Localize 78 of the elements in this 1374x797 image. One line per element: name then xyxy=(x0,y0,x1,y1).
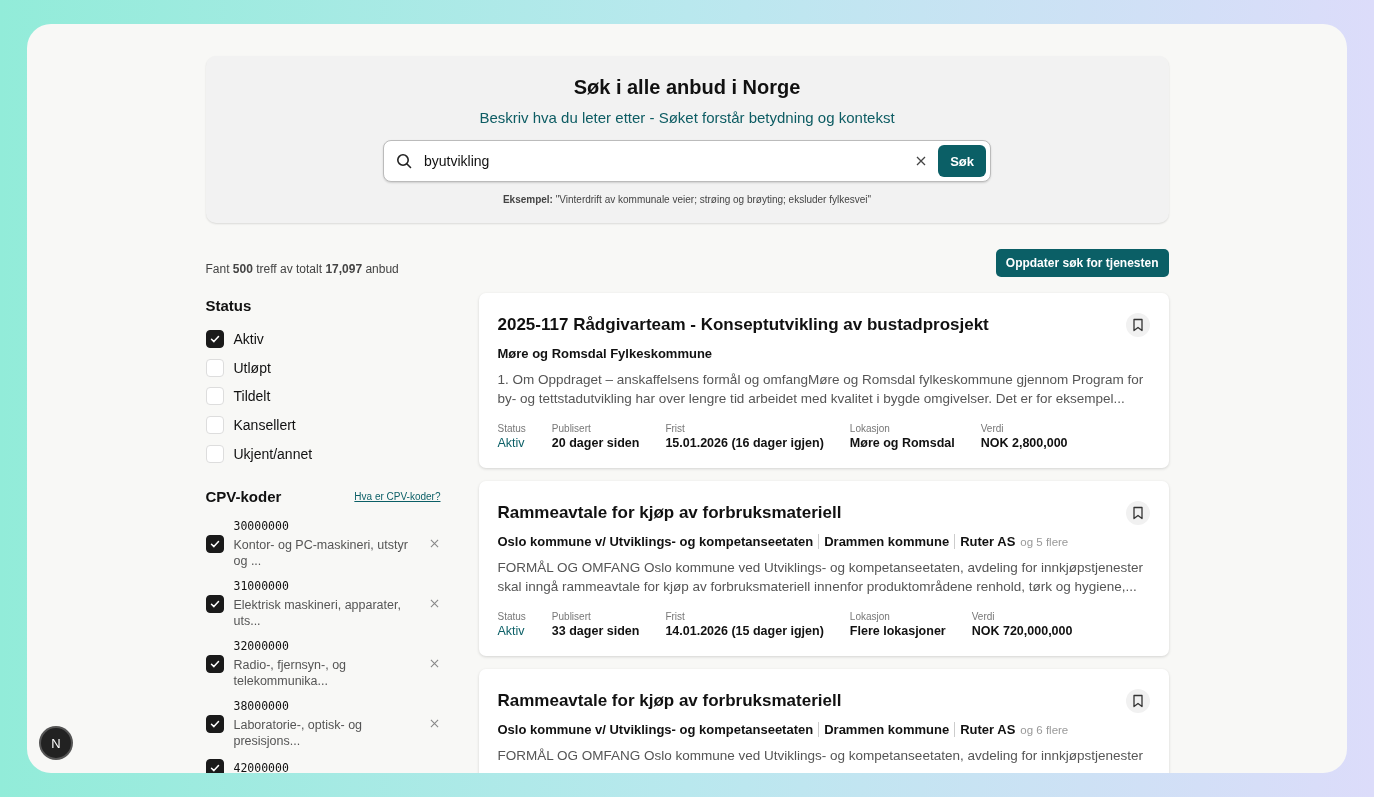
search-field[interactable]: byutvikling Søk xyxy=(383,140,991,182)
buyer-name: Oslo kommune v/ Utviklings- og kompetanseetaten xyxy=(497,534,814,549)
remove-icon[interactable] xyxy=(429,539,439,549)
more-buyers: og 5 flere xyxy=(1020,536,1069,548)
checkbox[interactable] xyxy=(205,714,224,733)
meta-label: Lokasjon xyxy=(849,611,891,622)
search-button[interactable]: Søk xyxy=(938,145,986,177)
cpv-name: Laboratorie-, optisk- og presisjons... xyxy=(233,716,364,749)
meta-label: Publisert xyxy=(551,423,592,434)
checkbox[interactable] xyxy=(205,654,224,673)
checkbox[interactable] xyxy=(205,758,224,773)
page-subtitle: Beskriv hva du leter etter - Søket forstår betydning og kontekst xyxy=(479,109,895,126)
filter-option-label: Aktiv xyxy=(233,331,264,348)
bookmark-icon[interactable] xyxy=(1125,501,1150,525)
cpv-code: 42000000 xyxy=(233,760,290,773)
tender-card[interactable] xyxy=(478,669,1169,773)
meta-label: Status xyxy=(497,611,526,622)
checkbox[interactable] xyxy=(205,534,224,553)
meta-value: Flere lokasjoner xyxy=(849,624,946,638)
meta-label: Frist xyxy=(665,611,686,622)
bookmark-icon[interactable] xyxy=(1125,313,1150,337)
remove-icon[interactable] xyxy=(429,719,439,729)
tender-title[interactable]: Rammeavtale for kjøp av forbruksmateriell xyxy=(497,503,842,523)
meta-label: Publisert xyxy=(551,611,592,622)
meta-value: 20 dager siden xyxy=(551,436,640,450)
clear-icon[interactable] xyxy=(916,156,927,166)
buyer-name: Oslo kommune v/ Utviklings- og kompetanseetaten xyxy=(497,722,814,737)
tender-card[interactable] xyxy=(478,293,1169,468)
meta-label: Verdi xyxy=(980,423,1005,434)
tender-title[interactable]: Rammeavtale for kjøp av forbruksmateriell xyxy=(497,691,842,711)
help-link[interactable]: Hva er CPV-koder? xyxy=(354,490,441,502)
cpv-name: Elektrisk maskineri, apparater, uts... xyxy=(233,596,402,629)
remove-icon[interactable] xyxy=(429,659,439,669)
meta-value: Møre og Romsdal xyxy=(849,436,955,450)
tender-description: 1. Om Oppdraget – anskaffelsens formål og omfangMøre og Romsdal fylkeskommune gjennom Program for by- og tettstadutvikling har over lengre tid arbeidet med kvalitet i bygde omgivelser. Det er for eksempel... xyxy=(497,371,1145,408)
cpv-name: Radio-, fjernsyn-, og telekommunika... xyxy=(233,656,348,689)
meta-label: Frist xyxy=(665,423,686,434)
meta-label: Verdi xyxy=(971,611,996,622)
tender-card[interactable] xyxy=(478,481,1169,656)
cpv-code: 30000000 xyxy=(233,518,290,533)
filter-option-label: Utløpt xyxy=(233,359,271,376)
cpv-code: 38000000 xyxy=(233,698,290,713)
buyer-name: Drammen kommune xyxy=(818,722,950,737)
buyer-name: Drammen kommune xyxy=(818,534,950,549)
checkbox[interactable] xyxy=(205,330,224,349)
dev-badge[interactable]: N xyxy=(41,728,71,758)
tender-title[interactable]: 2025-117 Rådgivarteam - Konseptutvikling av bustadprosjekt xyxy=(497,315,989,335)
filter-option-label: Kansellert xyxy=(233,417,296,434)
cpv-name: Kontor- og PC-maskineri, utstyr og ... xyxy=(233,536,409,569)
meta-value: 33 dager siden xyxy=(551,624,640,638)
remove-icon[interactable] xyxy=(429,599,439,609)
results-summary: Fant 500 treff av totalt 17,097 anbud xyxy=(205,262,399,276)
cpv-code: 31000000 xyxy=(233,578,290,593)
meta-label: Status xyxy=(497,423,526,434)
buyer-name: Ruter AS xyxy=(954,534,1016,549)
status-value: Aktiv xyxy=(497,624,526,638)
filter-heading: Status xyxy=(205,297,252,314)
filter-option-label: Ukjent/annet xyxy=(233,445,313,462)
cpv-code: 32000000 xyxy=(233,638,290,653)
checkbox[interactable] xyxy=(205,594,224,613)
meta-value: 14.01.2026 (15 dager igjen) xyxy=(665,624,824,638)
meta-label: Lokasjon xyxy=(849,423,891,434)
buyer-name: Møre og Romsdal Fylkeskommune xyxy=(497,346,713,361)
search-icon xyxy=(396,153,412,169)
meta-value: 15.01.2026 (16 dager igjen) xyxy=(665,436,824,450)
bookmark-icon[interactable] xyxy=(1125,689,1150,713)
filter-heading: CPV-koder xyxy=(205,487,282,505)
meta-value: NOK 720,000,000 xyxy=(971,624,1073,638)
page-title: Søk i alle anbud i Norge xyxy=(573,76,801,99)
tender-description: FORMÅL OG OMFANG Oslo kommune ved Utviklings- og kompetanseetaten, avdeling for innkjøpstjenester skal inngå rammeavtale for kjøp av forbruksmateriell innenfor produktområdene renhold, tørk og hygiene,... xyxy=(497,559,1144,596)
filter-option-label: Tildelt xyxy=(233,388,271,405)
tender-description: FORMÅL OG OMFANG Oslo kommune ved Utviklings- og kompetanseetaten, avdeling for innkjøpstjenester xyxy=(497,747,1144,765)
more-buyers: og 6 flere xyxy=(1020,724,1069,736)
buyer-name: Ruter AS xyxy=(954,722,1016,737)
update-search-button[interactable]: Oppdater søk for tjenesten xyxy=(995,249,1169,277)
example-text: Eksempel: "Vinterdrift av kommunale veier; strøing og brøyting; eksluder fylkesvei" xyxy=(502,194,872,205)
meta-value: NOK 2,800,000 xyxy=(980,436,1068,450)
status-value: Aktiv xyxy=(497,436,526,450)
